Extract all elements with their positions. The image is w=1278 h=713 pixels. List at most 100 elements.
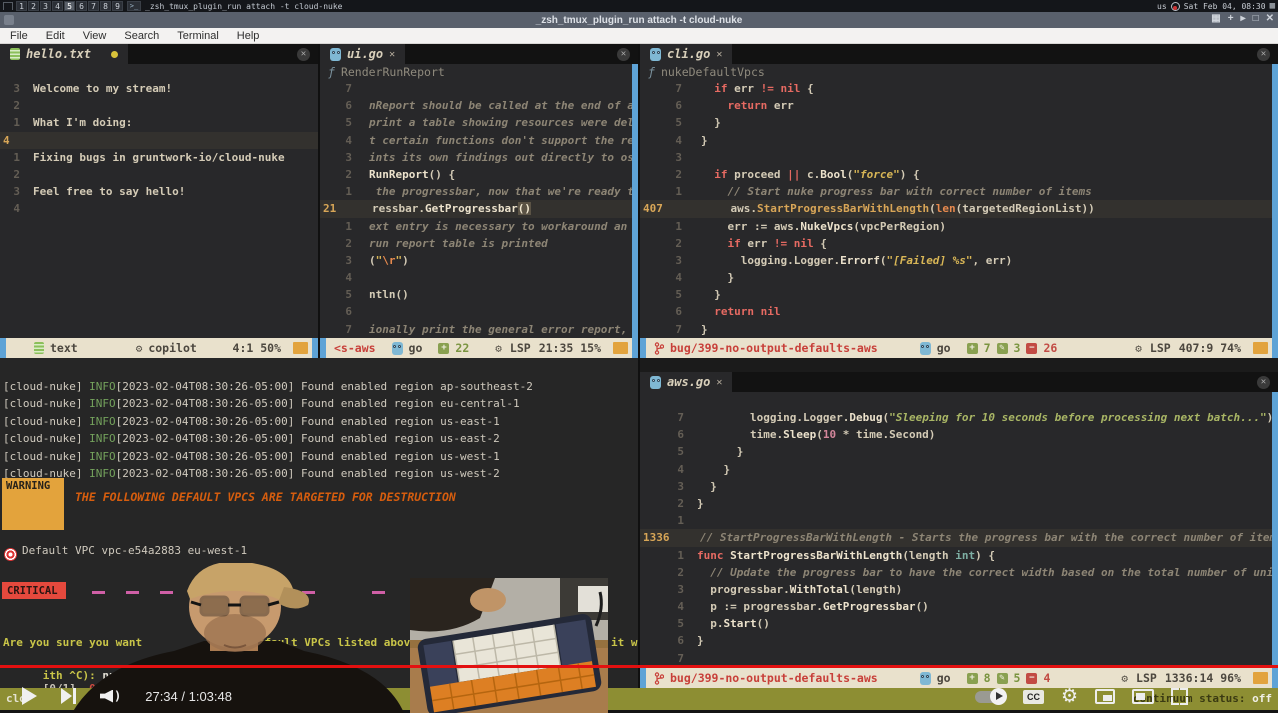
pane-divider[interactable] — [638, 44, 640, 713]
code-line: 5ntln() — [320, 286, 638, 303]
terminal-launcher-icon[interactable]: >_ — [127, 1, 141, 11]
menu-help[interactable]: Help — [237, 30, 260, 42]
ui-editor[interactable]: 76nReport should be called at the end of… — [320, 80, 638, 338]
captions-button[interactable]: CC — [1023, 690, 1044, 704]
move-icon[interactable]: + — [1228, 13, 1234, 24]
cli-editor[interactable]: 7 if err != nil {6 return err5 }4}32 if … — [640, 80, 1278, 338]
pane-close-button[interactable]: ✕ — [1257, 376, 1270, 389]
code-line: 5 } — [640, 286, 1278, 303]
cursor-position: 1336:14 96% — [1165, 671, 1241, 685]
window-menu-icon[interactable] — [4, 15, 14, 25]
workspace-button-8[interactable]: 8 — [100, 1, 111, 11]
hello-editor[interactable]: 3Welcome to my stream!21What I'm doing:4… — [0, 64, 318, 218]
tab-cli-go[interactable]: cli.go ✕ — [640, 44, 732, 64]
keyboard-layout-indicator[interactable]: us — [1157, 2, 1167, 11]
next-button[interactable] — [61, 688, 76, 704]
workspace-button-6[interactable]: 6 — [76, 1, 87, 11]
tab-aws-go[interactable]: aws.go ✕ — [640, 372, 732, 392]
autoplay-toggle[interactable] — [975, 691, 1006, 703]
workspace-button-1[interactable]: 1 — [16, 1, 27, 11]
workspace-button-3[interactable]: 3 — [40, 1, 51, 11]
tab-hello-txt[interactable]: hello.txt — [0, 44, 128, 64]
cursor-position: 4:1 50% — [233, 341, 281, 355]
pin-icon[interactable]: ▸ — [1241, 13, 1246, 24]
volume-button[interactable]: ) — [100, 689, 121, 703]
pane-ui-go[interactable]: ui.go ✕ ✕ ƒ RenderRunReport 76nReport sh… — [320, 44, 638, 358]
code-line: 2run report table is printed — [320, 235, 638, 252]
menu-view[interactable]: View — [83, 30, 107, 42]
tab-label: hello.txt — [26, 47, 91, 61]
miniplayer-button[interactable] — [1095, 689, 1115, 704]
log-line: [cloud-nuke] INFO[2023-02-04T08:30:26-05… — [3, 430, 500, 447]
workspace-grid-icon[interactable]: ▦ — [1270, 2, 1275, 11]
copilot-label: copilot — [148, 341, 196, 355]
pane-close-button[interactable]: ✕ — [617, 48, 630, 61]
theater-mode-button[interactable] — [1132, 689, 1154, 704]
modified-count: 3 — [1014, 341, 1021, 355]
menu-file[interactable]: File — [10, 30, 28, 42]
scrollbar[interactable] — [1272, 392, 1278, 668]
lsp-label: LSP — [510, 341, 531, 355]
code-line: 3 — [640, 149, 1278, 166]
pane-cli-go[interactable]: cli.go ✕ ✕ ƒ nukeDefaultVpcs 7 if err !=… — [640, 44, 1278, 358]
code-line: 1 the progressbar, now that we're ready … — [320, 183, 638, 200]
player-controls-left: ) 27:34 / 1:03:48 — [22, 682, 232, 710]
code-line: 1 — [640, 512, 1278, 529]
menu-edit[interactable]: Edit — [46, 30, 65, 42]
menu-terminal[interactable]: Terminal — [177, 30, 219, 42]
taskbar-window-title[interactable]: _zsh_tmux_plugin_run attach -t cloud-nuk… — [145, 2, 342, 11]
code-line: 1336// StartProgressBarWithLength - Star… — [640, 529, 1278, 546]
code-line: 2 if proceed || c.Bool("force") { — [640, 166, 1278, 183]
workspace-button-4[interactable]: 4 — [52, 1, 63, 11]
terminal-menubar: File Edit View Search Terminal Help — [0, 28, 1278, 44]
git-branch-icon — [654, 672, 664, 685]
pane-hello-txt[interactable]: hello.txt ✕ 3Welcome to my stream!21What… — [0, 44, 318, 358]
code-line: 1 err := aws.NukeVpcs(vpcPerRegion) — [640, 218, 1278, 235]
aws-editor[interactable]: 7 logging.Logger.Debug("Sleeping for 10 … — [640, 392, 1278, 667]
added-lines-icon: + — [967, 343, 978, 354]
player-controls-right: CC ⚙ — [975, 687, 1188, 706]
code-line: 5 } — [640, 114, 1278, 131]
code-line: 6 return err — [640, 97, 1278, 114]
lsp-label: LSP — [1150, 341, 1171, 355]
tab-close-icon[interactable]: ✕ — [716, 377, 722, 388]
pane-close-button[interactable]: ✕ — [297, 48, 310, 61]
close-icon[interactable]: ✕ — [1266, 13, 1274, 24]
code-line: 7 logging.Logger.Debug("Sleeping for 10 … — [640, 409, 1278, 426]
target-vpc-line: Default VPC vpc-e54a2883 eu-west-1 — [22, 542, 247, 559]
maximize-icon[interactable]: □ — [1253, 13, 1259, 24]
taskbar-clock[interactable]: Sat Feb 04, 08:30 — [1184, 2, 1266, 11]
desktop-taskbar: 123456789 >_ _zsh_tmux_plugin_run attach… — [0, 0, 1278, 12]
cursor-position: 21:35 15% — [539, 341, 601, 355]
code-line: 2 if err != nil { — [640, 235, 1278, 252]
tab-close-icon[interactable]: ✕ — [716, 49, 722, 60]
menu-search[interactable]: Search — [124, 30, 159, 42]
workspace-button-7[interactable]: 7 — [88, 1, 99, 11]
git-branch-label: <s-aws — [326, 341, 384, 355]
workspace-button-2[interactable]: 2 — [28, 1, 39, 11]
settings-gear-icon[interactable]: ⚙ — [1061, 687, 1078, 706]
statusline-accent-block — [293, 342, 308, 354]
tab-close-icon[interactable]: ✕ — [389, 49, 395, 60]
scrollbar[interactable] — [1272, 64, 1278, 338]
tile-icon[interactable]: ▦ — [1211, 13, 1220, 24]
removed-lines-icon: − — [1026, 673, 1037, 684]
confirm-prompt-fragment: it w — [611, 635, 638, 651]
video-progress-bar[interactable] — [0, 665, 1278, 668]
pane-divider[interactable] — [318, 44, 320, 358]
window-titlebar[interactable]: _zsh_tmux_plugin_run attach -t cloud-nuk… — [0, 12, 1278, 28]
code-line: 2 — [0, 166, 318, 183]
fullscreen-button[interactable] — [1171, 688, 1188, 705]
pane-close-button[interactable]: ✕ — [1257, 48, 1270, 61]
workspace-switcher: 123456789 — [16, 1, 124, 11]
video-frame: 123456789 >_ _zsh_tmux_plugin_run attach… — [0, 0, 1278, 713]
workspace-button-9[interactable]: 9 — [112, 1, 123, 11]
workspace-button-5[interactable]: 5 — [64, 1, 75, 11]
window-title: _zsh_tmux_plugin_run attach -t cloud-nuk… — [536, 15, 743, 26]
breadcrumb-symbol: nukeDefaultVpcs — [661, 65, 765, 79]
tab-ui-go[interactable]: ui.go ✕ — [320, 44, 405, 64]
statusline-accent-block — [1253, 672, 1268, 684]
pane-aws-go[interactable]: aws.go ✕ ✕ 7 logging.Logger.Debug("Sleep… — [640, 372, 1278, 688]
play-button[interactable] — [22, 687, 37, 705]
log-line: [cloud-nuke] INFO[2023-02-04T08:30:26-05… — [3, 395, 520, 412]
